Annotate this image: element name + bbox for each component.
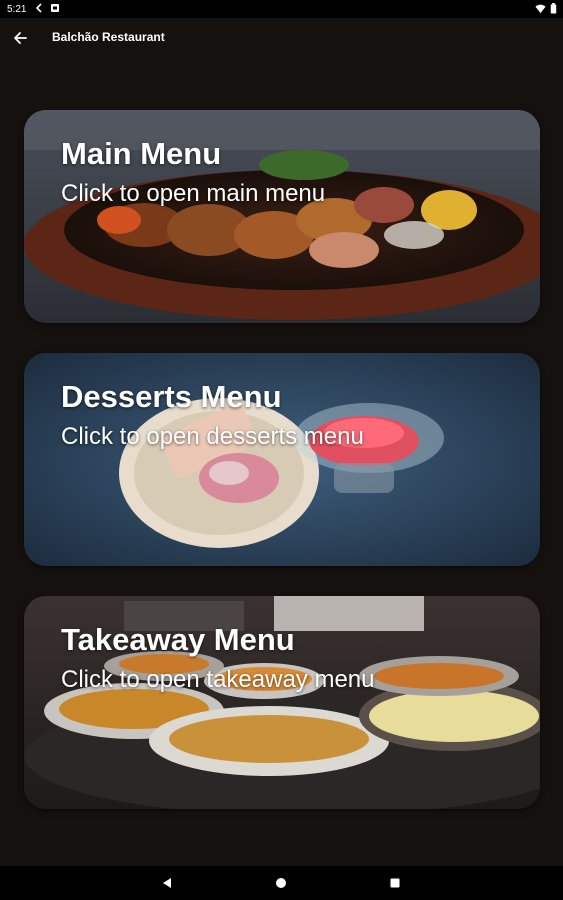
arrow-left-icon bbox=[14, 32, 27, 44]
takeaway-menu-card[interactable]: Takeaway Menu Click to open takeaway men… bbox=[24, 596, 540, 809]
main-menu-card[interactable]: Main Menu Click to open main menu bbox=[24, 110, 540, 323]
desserts-menu-card[interactable]: Desserts Menu Click to open desserts men… bbox=[24, 353, 540, 566]
nav-recents-button[interactable] bbox=[387, 875, 403, 891]
status-time: 5:21 bbox=[7, 3, 27, 15]
main-menu-title: Main Menu bbox=[61, 136, 222, 171]
nav-home-button[interactable] bbox=[273, 875, 289, 891]
status-notification-icons bbox=[34, 2, 60, 16]
media-icon bbox=[50, 3, 60, 16]
wifi-icon bbox=[535, 3, 546, 17]
nav-home-icon bbox=[276, 878, 286, 888]
app-bar: Balchão Restaurant bbox=[0, 18, 563, 58]
takeaway-menu-subtitle: Click to open takeaway menu bbox=[61, 666, 375, 693]
nav-back-icon bbox=[163, 878, 171, 888]
takeaway-menu-title: Takeaway Menu bbox=[61, 622, 295, 657]
nav-back-button[interactable] bbox=[159, 875, 175, 891]
notification-icon bbox=[34, 2, 44, 16]
status-bar: 5:21 bbox=[0, 0, 563, 18]
system-navigation-bar bbox=[0, 866, 563, 900]
desserts-menu-subtitle: Click to open desserts menu bbox=[61, 423, 364, 450]
app-title: Balchão Restaurant bbox=[52, 30, 165, 44]
device-screen: 5:21 Balchão Restaurant Main Menu Click … bbox=[0, 0, 563, 900]
main-menu-subtitle: Click to open main menu bbox=[61, 180, 326, 207]
desserts-menu-title: Desserts Menu bbox=[61, 379, 282, 414]
battery-icon bbox=[550, 3, 557, 17]
back-button[interactable] bbox=[10, 28, 30, 48]
status-system-icons bbox=[535, 3, 557, 17]
nav-recents-icon bbox=[390, 878, 400, 888]
